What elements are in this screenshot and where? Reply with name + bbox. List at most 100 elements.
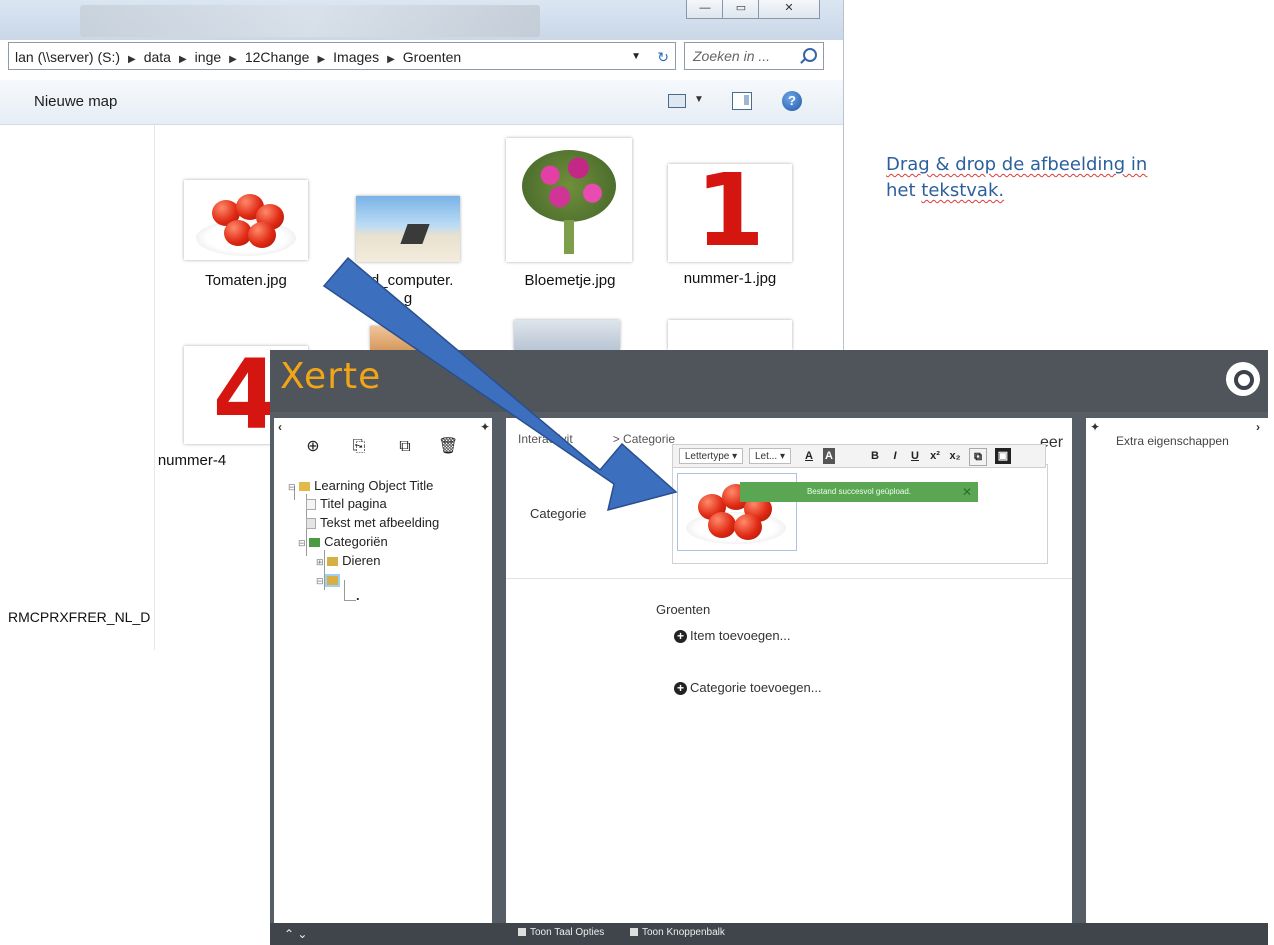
tomato-shape — [248, 222, 276, 248]
xerte-bottom-bar: ⌃ ⌄ Toon Taal Opties Toon Knoppenbalk — [270, 923, 1268, 945]
toggle-label: Toon Knoppenbalk — [642, 927, 725, 938]
background-color-icon[interactable]: A — [823, 448, 835, 464]
tree-node-new-item[interactable]: . — [356, 588, 360, 603]
add-page-icon[interactable]: ⊕ — [304, 438, 322, 456]
category-icon — [309, 538, 321, 548]
extra-properties-panel: ✦ › Extra eigenschappen — [1086, 418, 1268, 923]
page-breadcrumb: Interactivit > Categorie — [518, 432, 675, 446]
page-icon — [306, 499, 316, 511]
paste-text-icon[interactable]: ⧉ — [969, 448, 987, 466]
upload-success-message: Bestand succesvol geüpload. ✕ — [740, 482, 978, 502]
duplicate-page-icon[interactable]: ⧉ — [396, 438, 414, 456]
instruction-line-1-text: Drag & drop de afbeelding in — [886, 154, 1148, 175]
italic-icon[interactable]: I — [887, 448, 903, 464]
phone-thumbnail[interactable] — [514, 320, 620, 350]
expand-icon[interactable]: ⊟ — [316, 576, 324, 586]
add-category-button[interactable]: + Categorie toevoegen... — [674, 680, 822, 695]
bold-icon[interactable]: B — [867, 448, 883, 464]
expand-icon[interactable]: ⊞ — [316, 557, 324, 567]
breadcrumb-separator-icon: ▶ — [317, 54, 326, 65]
refresh-icon[interactable]: ↻ — [657, 43, 669, 69]
breadcrumb-part[interactable]: Interactivit — [518, 432, 573, 446]
instruction-text: Drag & drop de afbeelding in het tekstva… — [886, 152, 1216, 204]
xerte-editor-window: Xerte ‹ ✦ ⊕ ⎘ ⧉ 🗑 ⊟ Learning Object Titl… — [270, 350, 1268, 945]
collapse-right-icon[interactable]: › — [1256, 420, 1260, 434]
category-text-editor[interactable] — [672, 464, 1048, 564]
tree-line — [344, 580, 345, 600]
partial-thumbnail[interactable] — [370, 326, 430, 350]
tree-node-dieren[interactable]: ⊞ Dieren — [316, 553, 380, 568]
tree-node-titel[interactable]: Titel pagina — [306, 496, 387, 511]
file-item-computer[interactable]: ad_computer. g — [338, 178, 478, 308]
underline-icon[interactable]: U — [907, 448, 923, 464]
file-name: nummer-4 — [157, 452, 227, 469]
font-family-select[interactable]: Lettertype ▾ — [679, 448, 743, 464]
breadcrumb-separator-icon: ▶ — [128, 54, 136, 65]
view-dropdown-icon[interactable]: ▼ — [694, 94, 704, 105]
font-size-value: Let... — [754, 451, 778, 462]
show-button-bar-toggle[interactable]: Toon Knoppenbalk — [630, 927, 725, 938]
breadcrumb-groenten[interactable]: Groenten — [403, 49, 461, 65]
help-icon[interactable]: ? — [782, 91, 802, 111]
expand-icon[interactable]: ⊟ — [288, 482, 296, 492]
tree-node-selected[interactable]: ⊟ — [316, 572, 342, 588]
text-color-icon[interactable]: A — [801, 448, 817, 464]
address-bar[interactable]: lan (\\server) (S:) ▶ data ▶ inge ▶ 12Change ▶ I… — [8, 42, 676, 70]
breadcrumb-part[interactable]: > Categorie — [613, 432, 675, 446]
group-icon — [325, 574, 341, 588]
category-field-label: Categorie — [530, 506, 587, 521]
close-button[interactable]: ✕ — [758, 0, 820, 19]
breadcrumb-inge[interactable]: inge — [195, 49, 221, 65]
add-category-label: Categorie toevoegen... — [690, 680, 822, 695]
search-icon[interactable] — [803, 48, 817, 62]
tree-node-tekst[interactable]: Tekst met afbeelding — [306, 515, 439, 530]
file-item-nummer-1[interactable]: 1 nummer-1.jpg — [660, 156, 800, 300]
close-icon[interactable]: ✕ — [962, 482, 972, 502]
address-dropdown-icon[interactable]: ▼ — [631, 43, 641, 69]
delete-page-icon[interactable]: 🗑 — [438, 438, 458, 456]
file-name: nummer-1.jpg — [683, 270, 777, 287]
tree-node-root[interactable]: ⊟ Learning Object Title — [288, 478, 433, 493]
preview-pane-icon[interactable] — [732, 92, 752, 110]
file-name-continued: g — [403, 290, 413, 307]
file-item-tomaten[interactable]: Tomaten.jpg — [176, 178, 316, 298]
number-one-glyph: 1 — [695, 152, 765, 269]
show-language-options-toggle[interactable]: Toon Taal Opties — [518, 927, 604, 938]
new-folder-button[interactable]: Nieuwe map — [34, 93, 117, 110]
minimize-button[interactable]: — — [686, 0, 724, 19]
checkbox-icon — [630, 928, 638, 937]
file-name: Tomaten.jpg — [205, 272, 287, 289]
font-size-select[interactable]: Let... ▾ — [749, 448, 791, 464]
search-input[interactable]: Zoeken in ... — [684, 42, 824, 70]
nav-item-network-folder[interactable]: RMCPRXFRER_NL_D — [8, 609, 150, 625]
tree-label: Categoriën — [324, 534, 388, 549]
breadcrumb-separator-icon: ▶ — [178, 54, 187, 65]
pin-icon[interactable]: ✦ — [480, 420, 490, 434]
breadcrumb-images[interactable]: Images — [333, 49, 379, 65]
superscript-icon[interactable]: x² — [927, 448, 943, 464]
expand-icon[interactable]: ⊟ — [298, 538, 306, 548]
instruction-line-2: het tekstvak. — [886, 178, 1216, 204]
flowers-thumbnail — [506, 138, 632, 262]
breadcrumb-drive[interactable]: lan (\\server) (S:) — [15, 49, 120, 65]
instruction-word: het — [886, 180, 916, 201]
change-view-icon[interactable] — [668, 94, 686, 108]
subscript-icon[interactable]: x₂ — [947, 448, 963, 464]
breadcrumb-data[interactable]: data — [144, 49, 171, 65]
pin-icon[interactable]: ✦ — [1090, 420, 1100, 434]
maximize-button[interactable]: ▭ — [722, 0, 760, 19]
move-up-down-icon[interactable]: ⌃ ⌄ — [284, 927, 307, 941]
file-item-bloemetje[interactable]: Bloemetje.jpg — [500, 136, 640, 296]
breadcrumb-12change[interactable]: 12Change — [245, 49, 310, 65]
blank-thumbnail[interactable] — [668, 320, 792, 350]
insert-image-icon[interactable]: ▣ — [995, 448, 1011, 464]
tree-node-categorien[interactable]: ⊟ Categoriën — [298, 534, 388, 549]
collapse-left-icon[interactable]: ‹ — [278, 420, 282, 434]
number-one-thumbnail: 1 — [668, 156, 792, 266]
add-icon: + — [674, 630, 687, 643]
add-icon: + — [674, 682, 687, 695]
copy-page-icon[interactable]: ⎘ — [350, 438, 368, 456]
font-family-value: Lettertype — [684, 451, 730, 462]
file-name: Bloemetje.jpg — [524, 272, 616, 289]
add-item-button[interactable]: + Item toevoegen... — [674, 628, 790, 643]
